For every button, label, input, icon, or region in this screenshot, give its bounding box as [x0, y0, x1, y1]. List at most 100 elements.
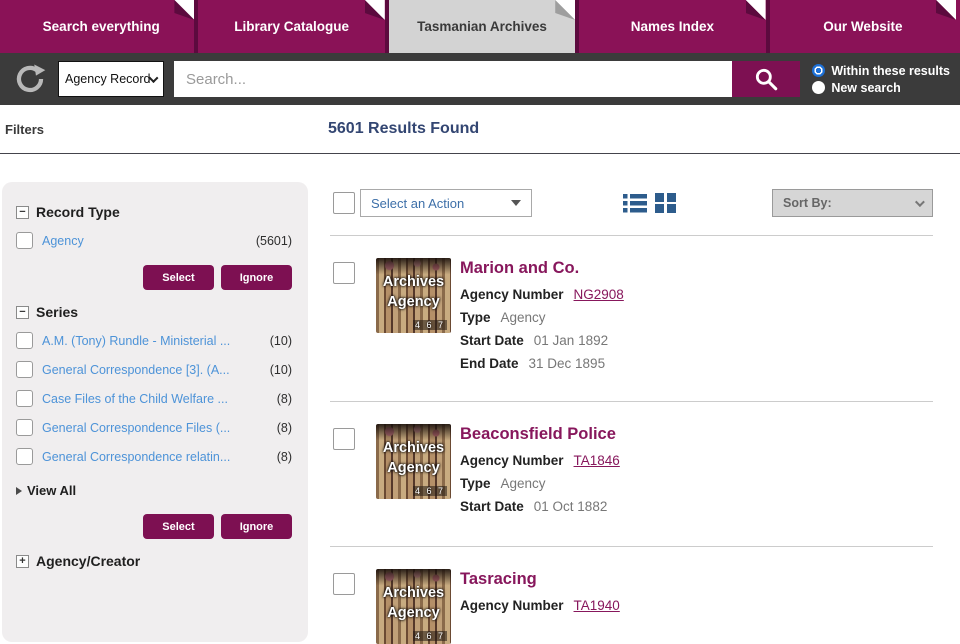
record-type-select-button[interactable]: Select [143, 265, 214, 290]
filter-link-series[interactable]: A.M. (Tony) Rundle - Ministerial ... [42, 334, 230, 348]
field-label: Type [460, 306, 491, 329]
result-title-link[interactable]: Marion and Co. [460, 259, 579, 278]
filter-count: (5601) [256, 234, 292, 248]
filter-link-series[interactable]: Case Files of the Child Welfare ... [42, 392, 228, 406]
agency-checkbox[interactable] [16, 232, 33, 249]
filter-section-series[interactable]: − Series [16, 304, 292, 320]
result-thumbnail-image[interactable]: Archives Agency 4 6 7 [376, 569, 451, 644]
result-thumbnail-image[interactable]: Archives Agency 4 6 7 [376, 258, 451, 333]
search-icon [753, 66, 779, 92]
collapse-minus-icon[interactable]: − [16, 306, 29, 319]
view-all-label: View All [27, 483, 76, 498]
divider [330, 235, 933, 236]
field-value: Agency [501, 472, 546, 495]
filter-row-series: Case Files of the Child Welfare ... (8) [16, 390, 292, 407]
search-scope-radios: Within these results New search [812, 64, 950, 95]
filter-section-agency-creator[interactable]: + Agency/Creator [16, 553, 292, 569]
filter-row-series: A.M. (Tony) Rundle - Ministerial ... (10… [16, 332, 292, 349]
field-label: Agency Number [460, 283, 564, 306]
radio-unselected-icon [812, 81, 825, 94]
grid-view-icon[interactable] [655, 193, 676, 213]
radio-within-these-results[interactable]: Within these results [812, 64, 950, 78]
thumbnail-caption: Archives Agency [376, 273, 451, 312]
expand-plus-icon[interactable]: + [16, 555, 29, 568]
series-checkbox[interactable] [16, 419, 33, 436]
field-label: Type [460, 472, 491, 495]
field-value: 31 Dec 1895 [529, 352, 606, 375]
thumbnail-code: 4 6 7 [413, 320, 447, 330]
refresh-icon [13, 62, 47, 96]
tab-library-catalogue[interactable]: Library Catalogue [198, 0, 388, 53]
series-select-button[interactable]: Select [143, 514, 214, 539]
refresh-button[interactable] [10, 59, 50, 99]
agency-number-link[interactable]: TA1846 [574, 449, 620, 472]
collapse-minus-icon[interactable]: − [16, 206, 29, 219]
thumbnail-caption: Archives Agency [376, 439, 451, 478]
field-label: Agency Number [460, 449, 564, 472]
filter-row-series: General Correspondence Files (... (8) [16, 419, 292, 436]
search-button[interactable] [732, 61, 800, 97]
sort-by-value: Sort By: [783, 196, 832, 210]
section-title: Agency/Creator [36, 553, 140, 569]
series-checkbox[interactable] [16, 448, 33, 465]
result-title-link[interactable]: Tasracing [460, 570, 537, 589]
search-category-select[interactable]: Agency Records [58, 61, 164, 97]
radio-selected-icon [812, 64, 825, 77]
filter-link-series[interactable]: General Correspondence relatin... [42, 450, 230, 464]
result-row: Archives Agency 4 6 7 Marion and Co. Age… [330, 258, 960, 375]
section-title: Record Type [36, 204, 120, 220]
filter-link-series[interactable]: General Correspondence [3]. (A... [42, 363, 230, 377]
results-area: Select an Action [330, 154, 960, 644]
agency-number-link[interactable]: NG2908 [574, 283, 624, 306]
chevron-down-icon [915, 197, 925, 207]
list-view-icon[interactable] [623, 193, 647, 213]
page-heading-row: Filters 5601 Results Found [0, 105, 960, 154]
search-bar: Agency Records Within these results New … [0, 53, 960, 105]
results-toolbar: Select an Action [333, 189, 960, 217]
agency-number-link[interactable]: TA1940 [574, 594, 620, 617]
tab-our-website[interactable]: Our Website [770, 0, 956, 53]
filter-link-agency[interactable]: Agency [42, 234, 84, 248]
tab-tasmanian-archives[interactable]: Tasmanian Archives [389, 0, 579, 53]
filter-row-agency: Agency (5601) [16, 232, 292, 249]
filters-panel: − Record Type Agency (5601) Select Ignor… [2, 182, 308, 642]
field-label: End Date [460, 352, 519, 375]
result-thumbnail-image[interactable]: Archives Agency 4 6 7 [376, 424, 451, 499]
radio-new-search[interactable]: New search [812, 81, 950, 95]
filter-link-series[interactable]: General Correspondence Files (... [42, 421, 230, 435]
record-type-ignore-button[interactable]: Ignore [221, 265, 292, 290]
field-value: 01 Oct 1882 [534, 495, 608, 518]
divider [330, 401, 933, 402]
field-value: 01 Jan 1892 [534, 329, 608, 352]
thumbnail-code: 4 6 7 [413, 486, 447, 496]
section-title: Series [36, 304, 78, 320]
result-title-link[interactable]: Beaconsfield Police [460, 425, 616, 444]
sort-by-select[interactable]: Sort By: [772, 189, 933, 217]
filter-row-series: General Correspondence [3]. (A... (10) [16, 361, 292, 378]
field-label: Agency Number [460, 594, 564, 617]
result-checkbox[interactable] [333, 262, 355, 284]
result-checkbox[interactable] [333, 428, 355, 450]
tab-search-everything[interactable]: Search everything [8, 0, 198, 53]
thumbnail-caption: Archives Agency [376, 584, 451, 623]
filter-count: (8) [277, 392, 292, 406]
series-ignore-button[interactable]: Ignore [221, 514, 292, 539]
filter-count: (8) [277, 421, 292, 435]
chevron-down-icon [511, 200, 521, 206]
result-checkbox[interactable] [333, 573, 355, 595]
series-checkbox[interactable] [16, 332, 33, 349]
search-input[interactable] [174, 61, 732, 97]
top-tab-bar: Search everything Library Catalogue Tasm… [0, 0, 960, 53]
radio-label: New search [831, 81, 900, 95]
filter-count: (8) [277, 450, 292, 464]
series-view-all[interactable]: View All [16, 483, 292, 498]
radio-label: Within these results [831, 64, 950, 78]
action-dropdown[interactable]: Select an Action [360, 189, 532, 217]
filter-section-record-type[interactable]: − Record Type [16, 204, 292, 220]
select-all-checkbox[interactable] [333, 192, 355, 214]
field-label: Start Date [460, 329, 524, 352]
series-checkbox[interactable] [16, 390, 33, 407]
series-checkbox[interactable] [16, 361, 33, 378]
filters-heading: Filters [0, 122, 328, 137]
tab-names-index[interactable]: Names Index [579, 0, 769, 53]
